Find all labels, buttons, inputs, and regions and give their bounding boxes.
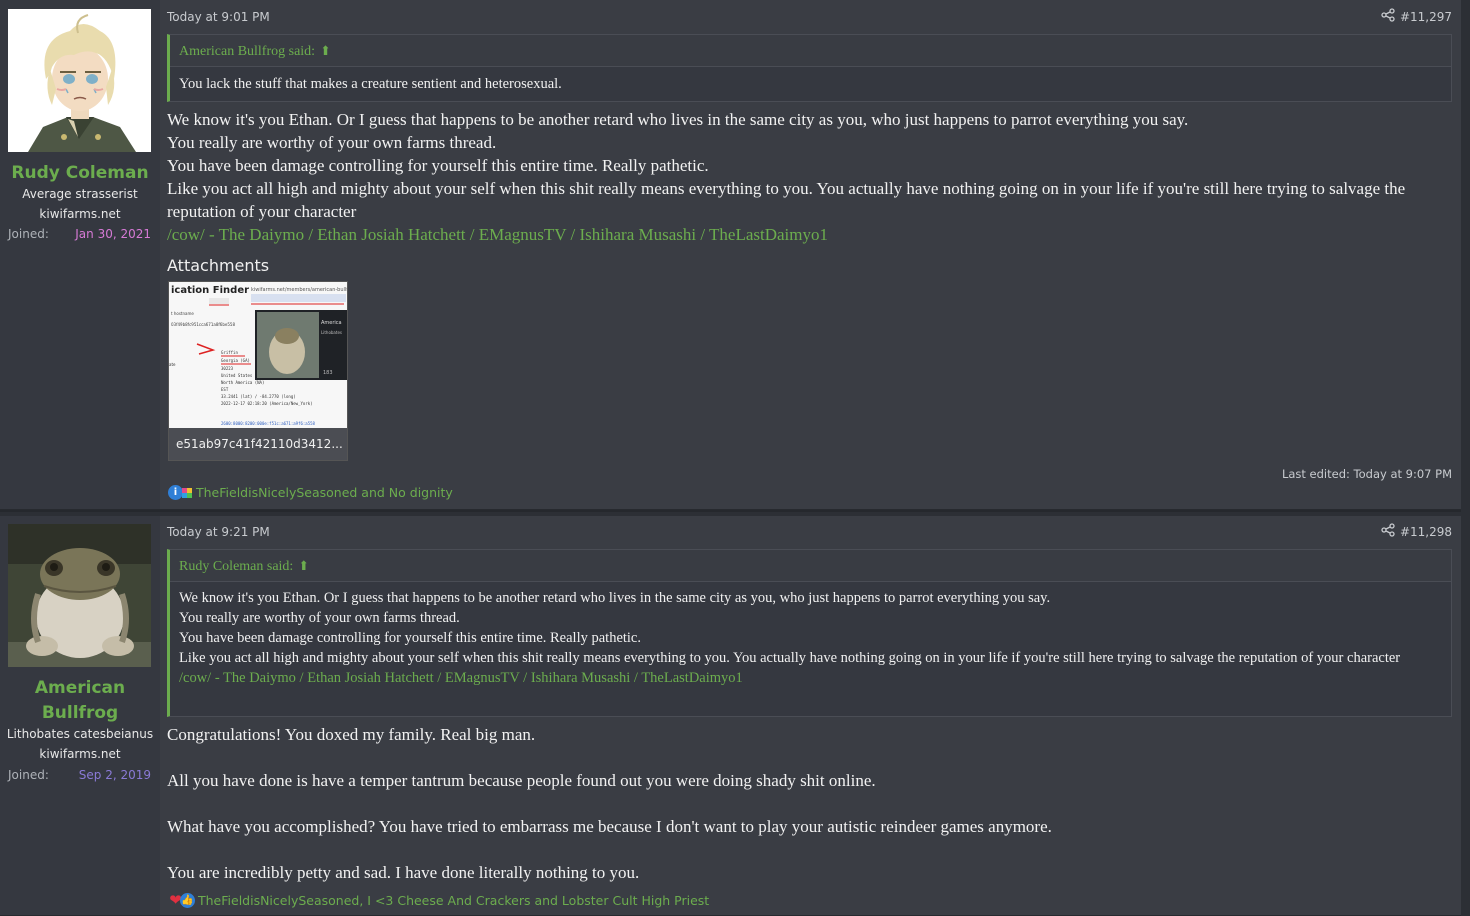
reaction-users[interactable]: TheFieldisNicelySeasoned and No dignity xyxy=(196,485,453,500)
quote-line: You really are worthy of your own farms … xyxy=(179,610,460,626)
quote-block: American Bullfrog said: ⬆ You lack the st… xyxy=(167,34,1452,102)
user-title: Average strasserist xyxy=(22,187,138,201)
post-main: Today at 9:21 PM #11,298 Rudy Coleman sa… xyxy=(160,516,1461,915)
quote-author[interactable]: Rudy Coleman said: xyxy=(179,559,293,574)
arrow-up-circle-icon[interactable]: ⬆ xyxy=(320,43,331,58)
user-avatar[interactable] xyxy=(8,9,151,152)
user-title: Lithobates catesbeianus xyxy=(6,727,154,741)
share-icon[interactable] xyxy=(1381,8,1395,26)
svg-text:ate: ate xyxy=(169,362,176,367)
svg-text:33.2441 (lat) / -84.2770 (long: 33.2441 (lat) / -84.2770 (long) xyxy=(221,394,296,399)
post-11297: Rudy Coleman Average strasserist kiwifar… xyxy=(0,0,1461,510)
attachment-filename[interactable]: e51ab97c41f42110d3412... xyxy=(169,428,347,460)
svg-text:Griffin: Griffin xyxy=(221,350,238,355)
svg-text:kiwifarms.net/members/american: kiwifarms.net/members/american-bullfrog xyxy=(251,287,347,293)
reaction-bar[interactable]: i TheFieldisNicelySeasoned and No dignit… xyxy=(168,485,453,500)
post-number[interactable]: #11,297 xyxy=(1400,10,1452,24)
body-paragraph: All you have done is have a temper tantr… xyxy=(167,771,876,790)
user-sidebar: Rudy Coleman Average strasserist kiwifar… xyxy=(0,0,160,509)
body-paragraph: Congratulations! You doxed my family. Re… xyxy=(167,725,536,744)
quote-line: Like you act all high and mighty about y… xyxy=(179,650,1401,666)
svg-text:2600:8000:8200:000e:f51c:a671:: 2600:8000:8200:000e:f51c:a671:a9f6:a558 xyxy=(221,421,316,426)
joined-label: Joined: xyxy=(8,768,49,782)
username[interactable]: Rudy Coleman xyxy=(0,161,160,185)
attachment-thumbnail[interactable]: ication Finder kiwifarms.net/members/ame… xyxy=(168,281,348,461)
puzzle-icon xyxy=(181,485,193,500)
joined-label: Joined: xyxy=(8,227,49,241)
quote-header[interactable]: Rudy Coleman said: ⬆ xyxy=(170,550,1451,582)
svg-text:America: America xyxy=(321,320,342,326)
svg-text:North America (NA): North America (NA) xyxy=(221,380,264,385)
user-site: kiwifarms.net xyxy=(39,207,121,221)
body-paragraph: What have you accomplished? You have tri… xyxy=(167,817,1052,836)
quote-line: You lack the stuff that makes a creature… xyxy=(179,76,562,92)
quote-line: You have been damage controlling for you… xyxy=(179,630,641,646)
joined-date: Sep 2, 2019 xyxy=(78,768,151,782)
post-body: Congratulations! You doxed my family. Re… xyxy=(167,723,1421,907)
body-line: You really are worthy of your own farms … xyxy=(167,133,497,152)
post-timestamp[interactable]: Today at 9:01 PM xyxy=(167,10,270,24)
svg-text:Georgia (GA): Georgia (GA) xyxy=(221,358,250,363)
quote-header[interactable]: American Bullfrog said: ⬆ xyxy=(170,35,1451,67)
post-11298: American Bullfrog Lithobates catesbeianu… xyxy=(0,516,1461,916)
body-line: You have been damage controlling for you… xyxy=(167,156,709,175)
post-number[interactable]: #11,298 xyxy=(1400,525,1452,539)
thread-link[interactable]: /cow/ - The Daiymo / Ethan Josiah Hatche… xyxy=(167,223,1421,246)
body-line: We know it's you Ethan. Or I guess that … xyxy=(167,110,1189,129)
joined-date: Jan 30, 2021 xyxy=(75,227,151,241)
user-sidebar: American Bullfrog Lithobates catesbeianu… xyxy=(0,516,160,915)
user-avatar[interactable] xyxy=(8,524,151,667)
reaction-users[interactable]: TheFieldisNicelySeasoned, I <3 Cheese An… xyxy=(198,893,709,908)
attachments-heading: Attachments xyxy=(167,256,270,275)
post-timestamp[interactable]: Today at 9:21 PM xyxy=(167,525,270,539)
quote-body: We know it's you Ethan. Or I guess that … xyxy=(170,582,1451,694)
svg-text:United States: United States xyxy=(221,373,253,378)
svg-text:30223: 30223 xyxy=(221,366,234,371)
svg-text:ication Finder: ication Finder xyxy=(171,285,249,296)
username-line1[interactable]: American xyxy=(0,676,160,700)
quote-block: Rudy Coleman said: ⬆ We know it's you Eth… xyxy=(167,549,1452,717)
quote-body: You lack the stuff that makes a creature… xyxy=(170,67,1451,100)
arrow-up-circle-icon[interactable]: ⬆ xyxy=(298,558,309,573)
share-icon[interactable] xyxy=(1381,523,1395,541)
thumbs-up-icon: 👍 xyxy=(180,893,195,908)
svg-text:03f49b8fc951cca671a8f6be558: 03f49b8fc951cca671a8f6be558 xyxy=(171,322,235,327)
username-line2[interactable]: Bullfrog xyxy=(0,701,160,725)
svg-text:183: 183 xyxy=(323,370,333,376)
svg-text:t hostname: t hostname xyxy=(171,311,194,316)
post-body: We know it's you Ethan. Or I guess that … xyxy=(167,108,1421,246)
quote-author[interactable]: American Bullfrog said: xyxy=(179,44,315,59)
svg-text:2022-12-17 02:18:20 (America/N: 2022-12-17 02:18:20 (America/New_York) xyxy=(221,401,313,406)
post-main: Today at 9:01 PM #11,297 American Bullfr… xyxy=(160,0,1461,509)
quote-thread-link[interactable]: /cow/ - The Daiymo / Ethan Josiah Hatche… xyxy=(179,668,1442,688)
reaction-bar[interactable]: ❤ 👍 TheFieldisNicelySeasoned, I <3 Chees… xyxy=(168,893,709,908)
svg-text:EST: EST xyxy=(221,387,229,392)
last-edited: Last edited: Today at 9:07 PM xyxy=(1281,467,1452,481)
svg-text:Lithobates: Lithobates xyxy=(321,330,342,335)
user-site: kiwifarms.net xyxy=(39,747,121,761)
body-line: Like you act all high and mighty about y… xyxy=(167,179,1406,221)
quote-line: We know it's you Ethan. Or I guess that … xyxy=(179,590,1051,606)
body-paragraph: You are incredibly petty and sad. I have… xyxy=(167,863,640,882)
